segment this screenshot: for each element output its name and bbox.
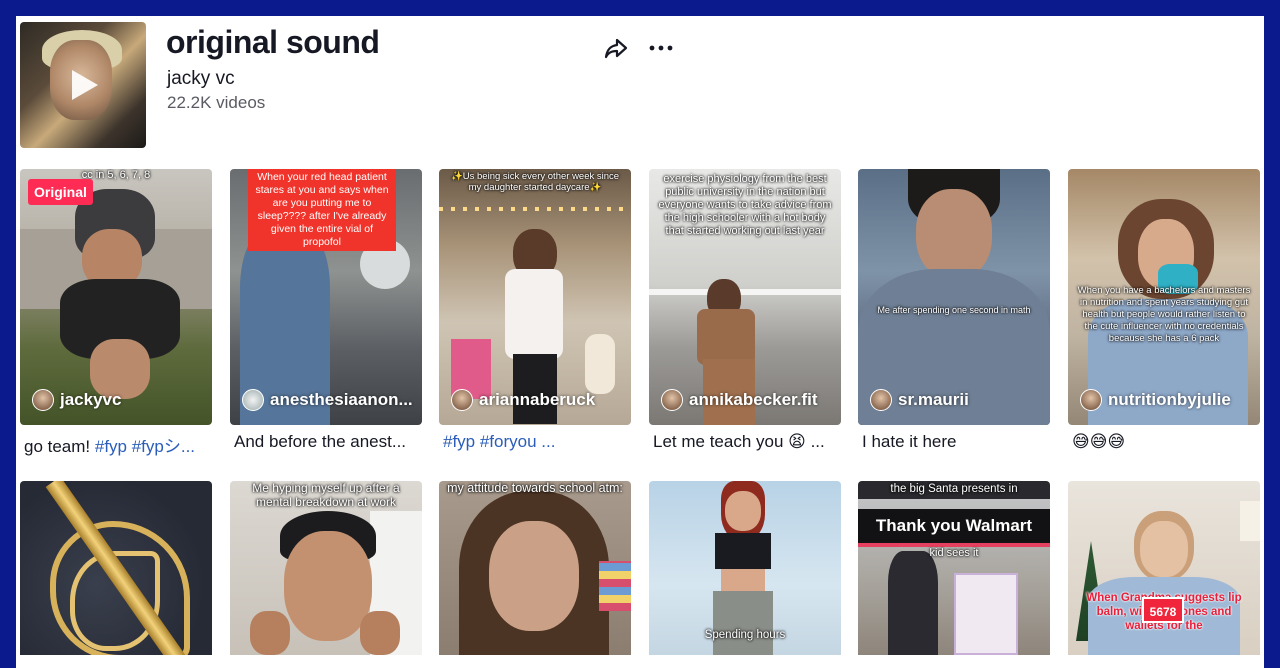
video-description: And before the anest...: [230, 432, 416, 452]
video-overlay-text: Me after spending one second in math: [877, 305, 1031, 315]
video-card[interactable]: When Grandma suggests lip balm, wiskey s…: [1068, 481, 1260, 655]
avatar: [870, 389, 892, 411]
desc-text: go team!: [24, 437, 95, 456]
creator-name: sr.maurii: [898, 390, 969, 409]
creator-handle[interactable]: sr.maurii: [870, 389, 1046, 411]
video-thumbnail[interactable]: Me hyping myself up after a mental break…: [230, 481, 422, 655]
video-overlay-text: Spending hours: [704, 629, 786, 641]
video-description: Let me teach you 😫 ...: [649, 432, 835, 452]
video-description: I hate it here: [858, 432, 1044, 452]
video-overlay-text: When your red head patient stares at you…: [248, 169, 396, 251]
video-card[interactable]: [20, 481, 212, 655]
creator-handle[interactable]: nutritionbyjulie: [1080, 389, 1256, 411]
video-thumbnail[interactable]: the big Santa presents in Thank you Walm…: [858, 481, 1050, 655]
video-thumbnail[interactable]: ✨Us being sick every other week since my…: [439, 169, 631, 425]
sound-title: original sound: [166, 24, 380, 60]
video-thumbnail[interactable]: When you have a bachelors and masters in…: [1068, 169, 1260, 425]
video-overlay-text: exercise physiology from the best public…: [658, 173, 832, 237]
sound-page: original sound jacky vc 22.2K videos cc …: [16, 16, 1264, 668]
video-overlay-text: my attitude towards school atm:: [447, 481, 623, 495]
creator-handle[interactable]: annikabecker.fit: [661, 389, 837, 411]
sound-author-link[interactable]: jacky vc: [167, 68, 235, 90]
video-card[interactable]: When you have a bachelors and masters in…: [1068, 169, 1260, 452]
video-card[interactable]: the big Santa presents in Thank you Walm…: [858, 481, 1050, 655]
video-card[interactable]: Spending hours: [649, 481, 841, 655]
hashtag-link[interactable]: #fyp #foryou ...: [443, 432, 555, 451]
video-thumbnail[interactable]: When Grandma suggests lip balm, wiskey s…: [1068, 481, 1260, 655]
video-card[interactable]: exercise physiology from the best public…: [649, 169, 841, 452]
video-card[interactable]: Me after spending one second in math sr.…: [858, 169, 1050, 452]
avatar: [1080, 389, 1102, 411]
desc-text: I hate it here: [862, 432, 957, 451]
creator-name: annikabecker.fit: [689, 390, 818, 409]
creator-handle[interactable]: jackyvc: [32, 389, 208, 411]
video-sticker: 5678: [1142, 597, 1184, 623]
desc-text: And before the anest...: [234, 432, 407, 451]
video-overlay-text: ✨Us being sick every other week since my…: [450, 171, 620, 193]
hashtag-link[interactable]: #fyp #fypシ...: [95, 437, 195, 456]
video-description: #fyp #foryou ...: [439, 432, 625, 452]
desc-text: 😅😅😅: [1072, 432, 1126, 451]
video-overlay-text: kid sees it: [929, 547, 979, 559]
play-icon[interactable]: [72, 70, 98, 100]
video-thumbnail[interactable]: my attitude towards school atm:: [439, 481, 631, 655]
avatar: [32, 389, 54, 411]
creator-handle[interactable]: anesthesiaanon...: [242, 389, 418, 411]
video-card[interactable]: my attitude towards school atm:: [439, 481, 631, 655]
sound-cover[interactable]: [20, 22, 146, 148]
video-card[interactable]: ✨Us being sick every other week since my…: [439, 169, 631, 452]
creator-name: anesthesiaanon...: [270, 390, 413, 409]
video-count: 22.2K videos: [167, 93, 266, 112]
video-thumbnail[interactable]: Me after spending one second in math sr.…: [858, 169, 1050, 425]
video-thumbnail[interactable]: Spending hours: [649, 481, 841, 655]
video-thumbnail[interactable]: When your red head patient stares at you…: [230, 169, 422, 425]
video-description: go team! #fyp #fypシ...: [20, 432, 206, 457]
video-card[interactable]: cc in 5, 6, 7, 8 Original jackyvc go tea…: [20, 169, 212, 457]
video-card[interactable]: Me hyping myself up after a mental break…: [230, 481, 422, 655]
creator-name: jackyvc: [60, 390, 122, 409]
video-overlay-text: Me hyping myself up after a mental break…: [252, 481, 400, 509]
desc-text: Let me teach you 😫 ...: [653, 432, 825, 451]
video-thumbnail[interactable]: exercise physiology from the best public…: [649, 169, 841, 425]
video-overlay-text: the big Santa presents in: [890, 483, 1018, 495]
more-icon[interactable]: [648, 36, 674, 60]
avatar: [242, 389, 264, 411]
video-thumbnail[interactable]: cc in 5, 6, 7, 8 Original jackyvc: [20, 169, 212, 425]
creator-handle[interactable]: ariannaberuck: [451, 389, 627, 411]
creator-name: ariannaberuck: [479, 390, 596, 409]
video-description: 😅😅😅: [1068, 432, 1254, 452]
avatar: [451, 389, 473, 411]
creator-name: nutritionbyjulie: [1108, 390, 1231, 409]
video-thumbnail[interactable]: [20, 481, 212, 655]
avatar: [661, 389, 683, 411]
video-card[interactable]: When your red head patient stares at you…: [230, 169, 422, 452]
share-icon[interactable]: [604, 36, 628, 60]
original-badge: Original: [28, 179, 93, 205]
video-overlay-text: When you have a bachelors and masters in…: [1077, 285, 1251, 344]
video-banner-text: Thank you Walmart: [858, 509, 1050, 543]
